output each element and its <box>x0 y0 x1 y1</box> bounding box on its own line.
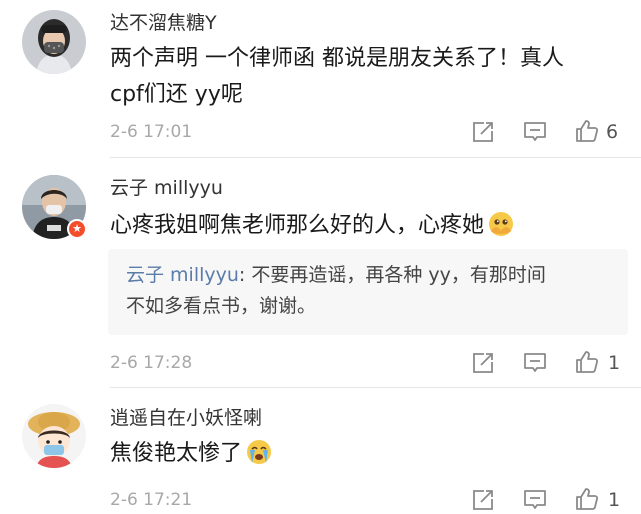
like-count: 1 <box>608 489 621 511</box>
reply-username[interactable]: 云子 millyyu <box>126 264 239 286</box>
comment-text: 心疼我姐啊焦老师那么好的人，心疼她 <box>110 208 610 244</box>
comment-item: 逍遥自在小妖怪喇 焦俊艳太惨了 2-6 17:21 1 <box>0 388 641 514</box>
vip-badge-icon: ★ <box>67 219 87 239</box>
like-count: 6 <box>606 121 619 143</box>
comment-item: 达不溜焦糖Y 两个声明 一个律师函 都说是朋友关系了！真人 cpf们还 yy呢 … <box>0 0 641 160</box>
comment-item: ★ 云子 millyyu 心疼我姐啊焦老师那么好的人，心疼她 云子 millyy… <box>0 160 641 388</box>
like-count: 1 <box>608 352 621 374</box>
comment-username[interactable]: 云子 millyyu <box>110 176 223 200</box>
comment-time: 2-6 17:01 <box>110 122 193 142</box>
reply-line: 不如多看点书，谢谢。 <box>126 295 317 317</box>
avatar-cartoon-girl-icon <box>22 404 86 468</box>
reply-text: : 不要再造谣，再各种 yy，有那时间 <box>238 264 546 286</box>
avatar[interactable] <box>22 404 86 468</box>
comment-username[interactable]: 达不溜焦糖Y <box>110 11 217 35</box>
thumbs-up-icon[interactable] <box>574 486 600 512</box>
comment-icon[interactable] <box>522 487 548 513</box>
repost-icon[interactable] <box>470 487 496 513</box>
comment-text-line: 焦俊艳太惨了 <box>110 441 243 466</box>
divider <box>110 157 641 158</box>
comment-username[interactable]: 逍遥自在小妖怪喇 <box>110 406 262 430</box>
repost-icon[interactable] <box>470 119 496 145</box>
comment-text: 两个声明 一个律师函 都说是朋友关系了！真人 cpf们还 yy呢 <box>110 41 610 113</box>
comment-icon[interactable] <box>522 350 548 376</box>
comment-icon[interactable] <box>522 119 548 145</box>
comment-text-line: 心疼我姐啊焦老师那么好的人，心疼她 <box>110 213 485 238</box>
thumbs-up-icon[interactable] <box>574 349 600 375</box>
comment-text-line: cpf们还 yy呢 <box>110 82 243 107</box>
comment-text: 焦俊艳太惨了 <box>110 436 610 472</box>
avatar[interactable] <box>22 10 86 74</box>
avatar-masked-woman-icon <box>22 10 86 74</box>
thumbs-up-icon[interactable] <box>574 118 600 144</box>
repost-icon[interactable] <box>470 350 496 376</box>
pleading-face-emoji <box>489 212 514 236</box>
comment-time: 2-6 17:21 <box>110 490 193 510</box>
reply-box[interactable]: 云子 millyyu: 不要再造谣，再各种 yy，有那时间 不如多看点书，谢谢。 <box>108 249 628 335</box>
reply-line: 云子 millyyu: 不要再造谣，再各种 yy，有那时间 <box>126 260 546 290</box>
comment-list: 达不溜焦糖Y 两个声明 一个律师函 都说是朋友关系了！真人 cpf们还 yy呢 … <box>0 0 641 514</box>
crying-face-emoji <box>247 440 272 464</box>
comment-text-line: 两个声明 一个律师函 都说是朋友关系了！真人 <box>110 46 564 71</box>
comment-time: 2-6 17:28 <box>110 353 193 373</box>
